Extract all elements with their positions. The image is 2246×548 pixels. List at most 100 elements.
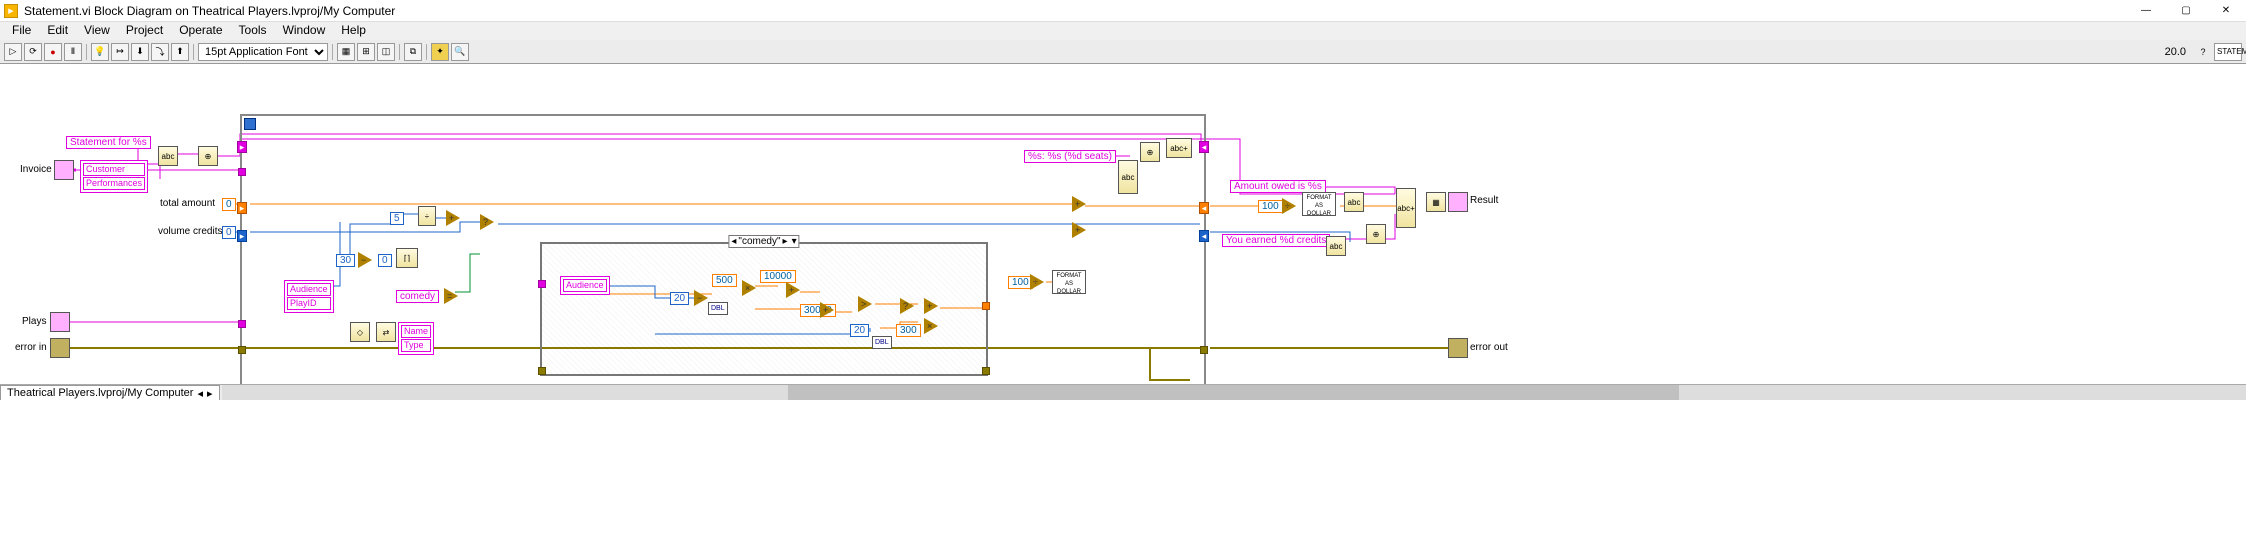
block-diagram-canvas[interactable]: Invoice Plays error in Statement for %s …: [0, 64, 1560, 384]
play-unbundle[interactable]: Name Type: [398, 322, 434, 355]
quotient-node[interactable]: ÷: [418, 206, 436, 226]
case-prev-icon[interactable]: ◂: [729, 236, 738, 247]
build-result[interactable]: ▦: [1426, 192, 1446, 212]
distribute-button[interactable]: ⊞: [357, 43, 375, 61]
menu-operate[interactable]: Operate: [171, 22, 230, 40]
menu-project[interactable]: Project: [118, 22, 171, 40]
shift-reg-str-right[interactable]: ◂: [1199, 141, 1209, 153]
resize-button[interactable]: ◫: [377, 43, 395, 61]
step-into-button[interactable]: ⬇: [131, 43, 149, 61]
case-error-out[interactable]: [982, 367, 990, 375]
perf-playid-field[interactable]: PlayID: [287, 297, 331, 310]
twenty-b-const[interactable]: 20: [850, 324, 869, 337]
tunnel-plays[interactable]: [238, 320, 246, 328]
greater-20[interactable]: >: [858, 296, 872, 312]
concat-all[interactable]: abc+: [1396, 188, 1416, 228]
multiply-500[interactable]: ×: [742, 280, 756, 296]
shift-reg-amount-left[interactable]: ▸: [237, 202, 247, 214]
concat-string-1[interactable]: ⊕: [198, 146, 218, 166]
perf-audience-field[interactable]: Audience: [287, 283, 331, 296]
highlight-button[interactable]: 💡: [91, 43, 109, 61]
to-dbl-1[interactable]: DBL: [708, 302, 728, 315]
append-string[interactable]: abc+: [1166, 138, 1192, 158]
menu-help[interactable]: Help: [333, 22, 374, 40]
total-amount-init[interactable]: 0: [222, 198, 236, 211]
play-name-field[interactable]: Name: [401, 325, 431, 338]
format-credits[interactable]: abc: [1326, 236, 1346, 256]
add-credits-total[interactable]: +: [1072, 222, 1086, 238]
equals-comedy[interactable]: =: [444, 288, 458, 304]
audience-field[interactable]: Audience: [563, 279, 607, 292]
subtract-1[interactable]: −: [358, 252, 372, 268]
case-in-cluster[interactable]: [538, 280, 546, 288]
case-error-in[interactable]: [538, 367, 546, 375]
divide-100-a[interactable]: ÷: [1030, 274, 1044, 290]
result-terminal[interactable]: [1448, 192, 1468, 212]
error-in-terminal[interactable]: [50, 338, 70, 358]
to-dbl-2[interactable]: DBL: [872, 336, 892, 349]
close-button[interactable]: ✕: [2206, 0, 2246, 22]
variant-to-data[interactable]: ⇄: [376, 322, 396, 342]
multiply-300[interactable]: ×: [924, 318, 938, 334]
abort-button[interactable]: ●: [44, 43, 62, 61]
comedy-const[interactable]: comedy: [396, 290, 439, 303]
tunnel-error-out[interactable]: [1200, 346, 1208, 354]
align-button[interactable]: ▦: [337, 43, 355, 61]
menu-edit[interactable]: Edit: [39, 22, 76, 40]
menu-view[interactable]: View: [76, 22, 118, 40]
tunnel-perf-array[interactable]: [238, 168, 246, 176]
pause-button[interactable]: Ⅱ: [64, 43, 82, 61]
tunnel-error-in[interactable]: [238, 346, 246, 354]
maximize-button[interactable]: ▢: [2166, 0, 2206, 22]
case-menu-icon[interactable]: ▾: [790, 236, 799, 247]
case-structure-comedy[interactable]: ◂ "comedy" ▸ ▾ Audience: [540, 242, 988, 376]
three-hundred-const[interactable]: 300: [896, 324, 921, 337]
invoice-unbundle[interactable]: Customer Performances: [80, 160, 148, 193]
step-out-button[interactable]: ⬆: [171, 43, 189, 61]
tab-next-icon[interactable]: ▸: [207, 387, 213, 400]
shift-reg-credits-right[interactable]: ◂: [1199, 230, 1209, 242]
run-button[interactable]: ▷: [4, 43, 22, 61]
shift-reg-credits-left[interactable]: ▸: [237, 230, 247, 242]
concat-final-2[interactable]: ⊕: [1366, 224, 1386, 244]
format-into-string-line[interactable]: abc: [1118, 160, 1138, 194]
shift-reg-str-left[interactable]: ▸: [237, 141, 247, 153]
line-fmt-const[interactable]: %s: %s (%d seats): [1024, 150, 1116, 163]
case-next-icon[interactable]: ▸: [781, 236, 790, 247]
play-type-field[interactable]: Type: [401, 339, 431, 352]
statement-for-constant[interactable]: Statement for %s: [66, 136, 151, 149]
add-30000[interactable]: +: [820, 302, 834, 318]
format-dollar-b[interactable]: FORMAT AS DOLLAR: [1302, 192, 1336, 216]
search-button[interactable]: 🔍: [451, 43, 469, 61]
subtract-20[interactable]: −: [694, 290, 708, 306]
invoice-customer-field[interactable]: Customer: [83, 163, 145, 176]
run-cont-button[interactable]: ⟳: [24, 43, 42, 61]
cleanup-button[interactable]: ✦: [431, 43, 449, 61]
add-total[interactable]: +: [1072, 196, 1086, 212]
reorder-button[interactable]: ⧉: [404, 43, 422, 61]
retain-button[interactable]: ↦: [111, 43, 129, 61]
concat-line[interactable]: ⊕: [1140, 142, 1160, 162]
tab-prev-icon[interactable]: ◂: [197, 387, 203, 400]
add-amounts[interactable]: +: [924, 298, 938, 314]
add-credits-1[interactable]: +: [446, 210, 460, 226]
menu-tools[interactable]: Tools: [231, 22, 275, 40]
five-const[interactable]: 5: [390, 212, 404, 225]
horizontal-scrollbar[interactable]: [222, 385, 2246, 400]
case-selector[interactable]: ◂ "comedy" ▸ ▾: [728, 235, 799, 248]
invoice-terminal[interactable]: [54, 160, 74, 180]
menu-window[interactable]: Window: [275, 22, 334, 40]
horizontal-scrollbar-thumb[interactable]: [788, 385, 1679, 400]
divide-100-b[interactable]: ÷: [1282, 198, 1296, 214]
font-select[interactable]: 15pt Application Font: [198, 43, 328, 61]
case-out-amount[interactable]: [982, 302, 990, 310]
hundred-a-const[interactable]: 100: [1008, 276, 1033, 289]
zero-max-const[interactable]: 0: [378, 254, 392, 267]
volume-credits-init[interactable]: 0: [222, 226, 236, 239]
max-node[interactable]: ⌈⌉: [396, 248, 418, 268]
select-credits[interactable]: ?: [480, 214, 494, 230]
select-amount[interactable]: ?: [900, 298, 914, 314]
variant-lookup[interactable]: ◇: [350, 322, 370, 342]
audience-unbundle[interactable]: Audience: [560, 276, 610, 295]
you-earned-const[interactable]: You earned %d credits: [1222, 234, 1330, 247]
